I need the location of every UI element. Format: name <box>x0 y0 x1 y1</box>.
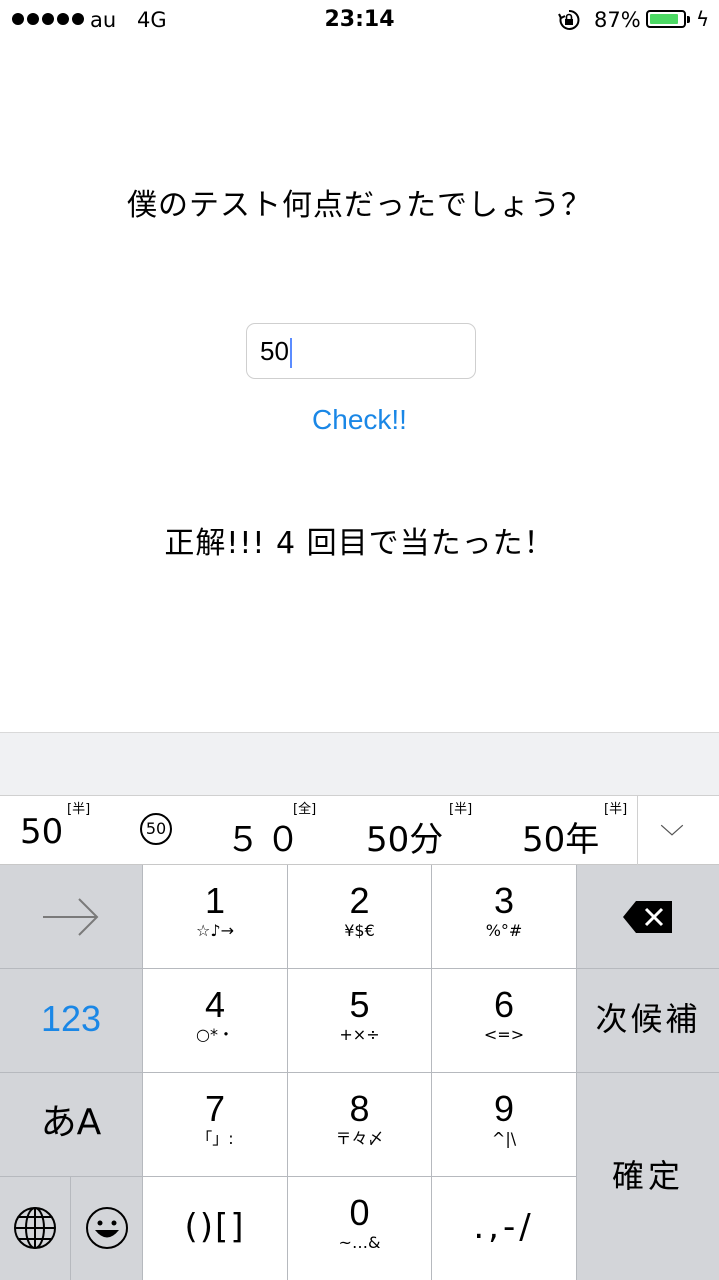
candidate-tag: [全] <box>293 802 317 817</box>
key-label: 123 <box>40 998 102 1039</box>
key-main: 4 <box>204 984 226 1025</box>
key-main: 5 <box>349 984 370 1025</box>
key-main: 0 <box>349 1192 370 1233</box>
result-label: 正解!!! 4 回目で当たった！ <box>164 526 555 561</box>
key-3[interactable]: 3 %°# <box>432 865 576 968</box>
key-main: 2 <box>349 880 370 921</box>
battery-icon <box>646 10 686 28</box>
key-label: ()[] <box>184 1207 246 1247</box>
key-sub: <=> <box>483 1025 525 1044</box>
emoji-key[interactable] <box>71 1177 142 1280</box>
candidate-text: ５０ <box>226 820 306 860</box>
score-input[interactable]: 50 <box>246 323 476 379</box>
key-sub: 「」: <box>196 1129 234 1148</box>
candidate-bar: 50 [半] 50 ５０ [全] 50分 [半] 50年 [半] <box>0 795 719 866</box>
key-1[interactable]: 1 ☆♪→ <box>143 865 287 968</box>
key-label: .,-/ <box>473 1207 535 1247</box>
candidate-circled-50[interactable]: 50 <box>140 813 172 845</box>
keyboard-accessory-bar <box>0 732 719 795</box>
key-7[interactable]: 7 「」: <box>143 1073 287 1176</box>
emoji-icon <box>85 1207 128 1249</box>
charging-bolt-icon: ϟ <box>696 7 710 31</box>
key-5[interactable]: 5 +×÷ <box>288 969 431 1072</box>
numeric-mode-key[interactable]: 123 <box>0 969 142 1072</box>
battery-cap <box>687 16 690 23</box>
candidate-text: 50 <box>20 812 64 852</box>
key-main: 3 <box>493 880 515 921</box>
key-label: あA <box>40 1102 102 1143</box>
key-sub: ○*・ <box>196 1025 234 1044</box>
key-sub: 〒々〆 <box>335 1129 384 1148</box>
question-label: 僕のテスト何点だったでしょう？ <box>127 188 592 223</box>
key-main: 6 <box>493 984 515 1025</box>
keypad: 1 ☆♪→ 2 ¥$€ 3 %°# 123 4 ○*・ 5 +×÷ 6 <=> … <box>0 865 719 1280</box>
key-main: 9 <box>493 1088 515 1129</box>
key-sub: ^|\ <box>491 1129 517 1148</box>
score-input-value: 50 <box>260 336 289 366</box>
globe-icon <box>14 1207 56 1249</box>
key-sub: ~…& <box>338 1233 381 1252</box>
candidate-tag: [半] <box>449 802 473 817</box>
key-8[interactable]: 8 〒々〆 <box>288 1073 431 1176</box>
key-label: 確定 <box>611 1157 684 1195</box>
key-6[interactable]: 6 <=> <box>432 969 576 1072</box>
cursor-right-key[interactable] <box>0 865 142 968</box>
key-sub: ☆♪→ <box>196 921 234 940</box>
key-main: 7 <box>204 1088 226 1129</box>
chevron-down-icon[interactable] <box>660 818 684 842</box>
confirm-key[interactable]: 確定 <box>577 1073 719 1280</box>
kana-mode-key[interactable]: あA <box>0 1073 142 1176</box>
key-main: 8 <box>349 1088 370 1129</box>
key-main: 1 <box>204 880 226 921</box>
key-sub: %°# <box>485 921 523 940</box>
backspace-key[interactable] <box>577 865 719 968</box>
rotation-lock-icon <box>558 9 580 30</box>
arrow-right-icon <box>43 898 99 936</box>
divider <box>637 796 638 866</box>
key-sub: +×÷ <box>339 1025 380 1044</box>
paren-key[interactable]: ()[] <box>143 1177 287 1280</box>
battery-fill <box>650 14 678 24</box>
candidate-text: 50年 <box>522 820 600 860</box>
next-candidate-key[interactable]: 次候補 <box>577 969 719 1072</box>
backspace-icon <box>623 901 672 933</box>
key-4[interactable]: 4 ○*・ <box>143 969 287 1072</box>
check-button[interactable]: Check!! <box>0 404 719 436</box>
key-0[interactable]: 0 ~…& <box>288 1177 431 1280</box>
battery-percent: 87% <box>594 8 641 32</box>
text-caret <box>289 338 292 369</box>
globe-key[interactable] <box>0 1177 70 1280</box>
status-bar: au 4G 23:14 87% ϟ <box>0 0 719 40</box>
candidate-tag: [半] <box>67 802 91 817</box>
key-sub: ¥$€ <box>344 921 375 940</box>
key-2[interactable]: 2 ¥$€ <box>288 865 431 968</box>
candidate-text: 50分 <box>366 820 444 860</box>
punctuation-key[interactable]: .,-/ <box>432 1177 576 1280</box>
candidate-tag: [半] <box>604 802 628 817</box>
key-9[interactable]: 9 ^|\ <box>432 1073 576 1176</box>
key-label: 次候補 <box>595 1000 701 1038</box>
